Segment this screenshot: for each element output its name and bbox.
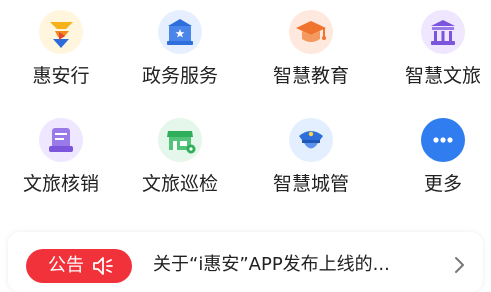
museum-icon xyxy=(421,10,465,54)
shortcut-smart-culture-tourism[interactable]: 智慧文旅 xyxy=(382,0,491,100)
shortcut-more[interactable]: 更多 xyxy=(382,108,491,208)
shortcut-row-2: 文旅核销 文旅巡检 智慧城管 更多 xyxy=(0,108,491,208)
speaker-icon xyxy=(93,257,113,275)
shortcut-huianxing[interactable]: 惠安行 xyxy=(0,0,122,100)
document-stack-icon xyxy=(39,118,83,162)
shortcut-smart-city-management[interactable]: 智慧城管 xyxy=(250,108,372,208)
announcement-badge: 公告 xyxy=(26,249,132,283)
shortcut-government-services[interactable]: 政务服务 xyxy=(119,0,241,100)
shortcut-culture-tourism-inspection[interactable]: 文旅巡检 xyxy=(119,108,241,208)
announcement-badge-label: 公告 xyxy=(48,255,84,276)
graduation-cap-icon xyxy=(289,10,333,54)
shortcut-culture-tourism-verification[interactable]: 文旅核销 xyxy=(0,108,122,208)
shortcut-label: 智慧文旅 xyxy=(404,65,481,87)
shortcut-label: 智慧教育 xyxy=(272,65,349,87)
shortcut-label: 政务服务 xyxy=(141,65,218,87)
announcement-bar[interactable]: 公告 关于“i惠安”APP发布上线的... xyxy=(8,232,483,292)
shortcut-label: 智慧城管 xyxy=(272,173,349,195)
shortcut-label: 更多 xyxy=(423,173,462,195)
shortcut-label: 文旅巡检 xyxy=(141,173,218,195)
government-building-icon xyxy=(158,10,202,54)
inverted-triangle-logo-icon xyxy=(39,10,83,54)
storefront-location-icon xyxy=(158,118,202,162)
shortcut-label: 文旅核销 xyxy=(22,173,99,195)
announcement-text[interactable]: 关于“i惠安”APP发布上线的... xyxy=(153,252,443,278)
app-home-shortcuts: 惠安行 政务服务 智慧教育 智慧文旅 文旅核销 文旅巡检 智慧城管 更多 公告 … xyxy=(0,0,491,292)
chevron-right-icon[interactable] xyxy=(453,254,467,276)
shortcut-row-1: 惠安行 政务服务 智慧教育 智慧文旅 xyxy=(0,0,491,100)
more-dots-icon xyxy=(421,118,465,162)
shortcut-smart-education[interactable]: 智慧教育 xyxy=(250,0,372,100)
shortcut-label: 惠安行 xyxy=(32,65,90,87)
officer-cap-icon xyxy=(289,118,333,162)
